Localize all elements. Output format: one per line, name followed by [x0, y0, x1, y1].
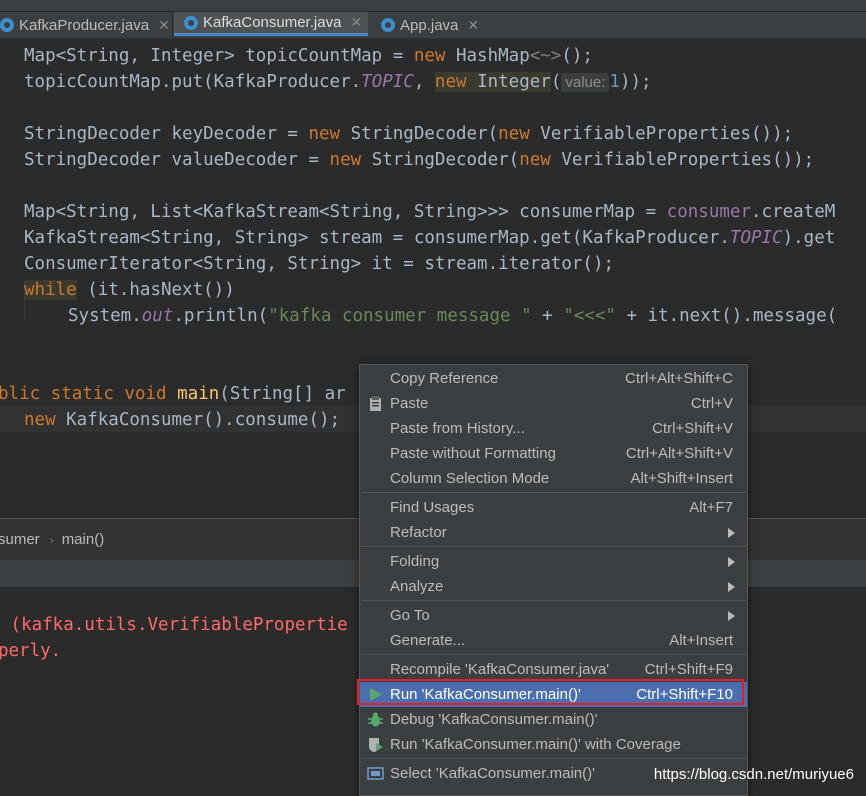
- select-target-icon: [367, 767, 384, 780]
- menu-item-column-selection-mode[interactable]: Column Selection Mode Alt+Shift+Insert: [360, 466, 747, 491]
- tab-app[interactable]: App.java ✕: [371, 12, 486, 38]
- submenu-arrow-icon: [728, 527, 735, 538]
- console-error-line: perly.: [0, 641, 62, 661]
- menu-item-run-with-coverage[interactable]: Run 'KafkaConsumer.main()' with Coverage: [360, 732, 747, 757]
- menu-item-analyze[interactable]: Analyze: [360, 574, 747, 599]
- code-line: while (it.hasNext()): [24, 280, 235, 300]
- code-line: new KafkaConsumer().consume();: [24, 410, 341, 430]
- code-line: topicCountMap.put(KafkaProducer.TOPIC, n…: [24, 72, 652, 92]
- code-line: StringDecoder valueDecoder = new StringD…: [24, 150, 815, 170]
- code-line: StringDecoder keyDecoder = new StringDec…: [24, 124, 794, 144]
- code-line: Map<String, List<KafkaStream<String, Str…: [24, 202, 836, 222]
- watermark: https://blog.csdn.net/muriyue6: [653, 766, 854, 783]
- close-icon[interactable]: ✕: [467, 17, 479, 34]
- chevron-right-icon: ›: [49, 532, 54, 547]
- breadcrumb-method[interactable]: main(): [62, 531, 105, 548]
- code-line: KafkaStream<String, String> stream = con…: [24, 228, 836, 248]
- code-line: blic static void main(String[] ar: [0, 384, 346, 404]
- code-line: ConsumerIterator<String, String> it = st…: [24, 254, 615, 274]
- code-line: System.out.println("kafka consumer messa…: [68, 306, 838, 326]
- menu-item-paste[interactable]: Paste Ctrl+V: [360, 391, 747, 416]
- clipboard-icon: [370, 396, 381, 411]
- breadcrumb-class[interactable]: sumer: [0, 531, 40, 548]
- java-class-icon: [381, 18, 395, 32]
- java-class-icon: [0, 18, 14, 32]
- close-icon[interactable]: ✕: [350, 14, 362, 31]
- menu-item-debug[interactable]: Debug 'KafkaConsumer.main()': [360, 707, 747, 732]
- menu-item-go-to[interactable]: Go To: [360, 603, 747, 628]
- tab-kafka-producer[interactable]: KafkaProducer.java ✕: [0, 12, 173, 38]
- code-line: Map<String, Integer> topicCountMap = new…: [24, 46, 593, 66]
- coverage-shield-icon: [369, 738, 383, 752]
- submenu-arrow-icon: [728, 610, 735, 621]
- menu-separator: [361, 758, 746, 759]
- editor-context-menu: Copy Reference Ctrl+Alt+Shift+C Paste Ctrl…: [359, 364, 748, 796]
- menu-separator: [361, 654, 746, 655]
- java-class-icon: [184, 15, 198, 30]
- bug-icon: [368, 712, 383, 727]
- submenu-arrow-icon: [728, 581, 735, 592]
- submenu-arrow-icon: [728, 556, 735, 567]
- tab-kafka-consumer[interactable]: KafkaConsumer.java ✕: [174, 12, 368, 36]
- menu-separator: [361, 492, 746, 493]
- editor-tab-bar: KafkaProducer.java ✕ KafkaConsumer.java …: [0, 0, 866, 39]
- menu-separator: [361, 600, 746, 601]
- console-error-line: (kafka.utils.VerifiablePropertie: [0, 615, 348, 635]
- menu-item-paste-from-history[interactable]: Paste from History... Ctrl+Shift+V: [360, 416, 747, 441]
- menu-item-folding[interactable]: Folding: [360, 549, 747, 574]
- tab-label: KafkaConsumer.java: [203, 14, 342, 31]
- menu-item-find-usages[interactable]: Find Usages Alt+F7: [360, 495, 747, 520]
- menu-item-paste-without-formatting[interactable]: Paste without Formatting Ctrl+Alt+Shift+V: [360, 441, 747, 466]
- highlight-box: [357, 679, 744, 705]
- menu-separator: [361, 546, 746, 547]
- close-icon[interactable]: ✕: [158, 17, 170, 34]
- parameter-hint: value:: [561, 73, 610, 92]
- menu-item-refactor[interactable]: Refactor: [360, 520, 747, 545]
- menu-item-copy-reference[interactable]: Copy Reference Ctrl+Alt+Shift+C: [360, 366, 747, 391]
- tab-label: KafkaProducer.java: [19, 16, 150, 34]
- tab-bar-top-strip: [0, 0, 866, 12]
- menu-item-generate[interactable]: Generate... Alt+Insert: [360, 628, 747, 653]
- tab-label: App.java: [400, 16, 459, 34]
